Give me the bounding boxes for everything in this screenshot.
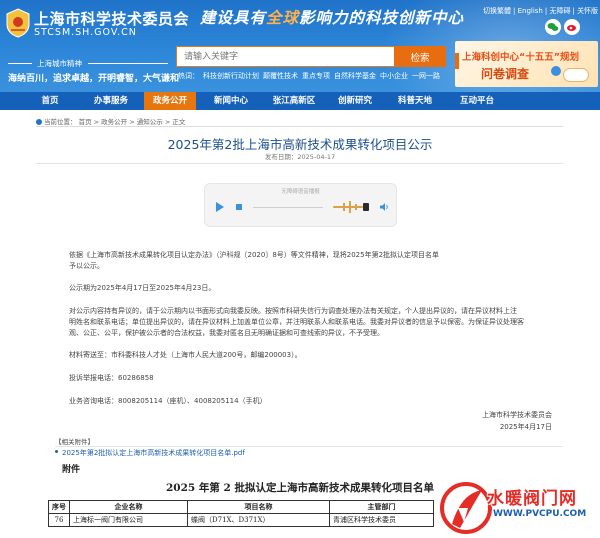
article-paragraph: 对公示内容持有异议的，请于公示期内以书面形式向我委反映。按照市科研失信行为调查处… [69,307,517,315]
hot-word[interactable]: 重点专项 [302,72,330,80]
hot-words: 热词： 科技创新行动计划 颠覆性技术 重点专项 自然科学基金 中小企业 一网一路 [178,71,444,81]
table-header-cell: 企业名称 [69,500,188,514]
table-cell: 76 [48,513,70,527]
site-header: 上海市科学技术委员会 STCSM.SH.GOV.CN 上海城市精神 海纳百川，追… [0,0,600,92]
article-paragraph: 材料寄送至：市科委科技人才处（上海市人民大道200号，邮编200003）。 [69,351,302,359]
nav-government-affairs[interactable]: 政务公开 [144,92,196,110]
article-paragraph: 依据《上海市高新技术成果转化项目认定办法》（沪科规〔2020〕8号）等文件精神，… [69,251,440,259]
audio-label: 无障碍语音播报 [281,189,320,195]
hot-words-label: 热词： [178,72,199,80]
slogan-accent: 全球 [266,8,300,27]
banner-accent-bar [455,53,459,69]
banner-headline: 上海科创中心“十五五”规划 [462,52,579,63]
attachments-label: 【相关附件】 [55,438,94,446]
article-paragraph: 予以公示。 [69,262,104,270]
link-english[interactable]: English [518,7,543,15]
watermark-url: WWW.PVCPU.COM [493,509,587,519]
attachment-filename[interactable]: 2025年第2批拟认定上海市高新技术成果转化项目名单.pdf [62,449,245,457]
table-row: 76 上海标一阀门有限公司 蝶阀（D71X、D371X） 青浦区科学技术委员 [48,513,434,527]
banner-subheadline: 问卷调查 [481,67,530,81]
top-links: 切换繁體 | English | 无障碍 | 关怀版 [483,7,599,15]
audio-wave-icon [333,201,369,213]
city-spirit-text: 海纳百川，追求卓越，开明睿智，大气谦和 [8,74,180,84]
emblem-logo[interactable] [5,8,31,38]
slogan-part2: 影响力的科技创新中心 [299,8,465,27]
article-paragraph: 投诉举报电话：60286858 [69,374,154,382]
banner-decoration-dot [551,66,561,76]
play-icon[interactable] [216,202,224,212]
weibo-icon[interactable] [564,19,580,35]
table-header-cell: 项目名称 [187,500,330,514]
survey-banner[interactable]: 上海科创中心“十五五”规划 问卷调查 [455,41,598,87]
breadcrumb: 当前位置： 首页 > 政务公开 > 通知公示 > 正文 [36,116,185,126]
attachment-link[interactable]: 2025年第2批拟认定上海市高新技术成果转化项目名单.pdf [55,448,245,458]
table-cell: 青浦区科学技术委员 [329,513,434,527]
watermark-name: 水暖阀门网 [487,489,577,509]
stop-icon[interactable] [236,204,242,210]
nav-popular-science[interactable]: 科普天地 [388,92,442,110]
article-paragraph: 观、公正、公平，保护被公示者的合法权益，我委对匿名且无明确证据和可查线索的异议，… [69,329,384,337]
spirit-label: 上海城市精神 [37,59,82,68]
search-box: 检索 [176,46,446,67]
nav-zhangjiang[interactable]: 张江高新区 [264,92,324,110]
site-name[interactable]: 上海市科学技术委员会 [34,8,189,29]
title-divider [36,163,563,164]
attachments-divider [55,446,563,447]
signature-org: 上海市科学技术委员会 [482,411,552,419]
audio-player: 无障碍语音播报 [204,183,397,227]
breadcrumb-notices[interactable]: 通知公示 [137,118,163,126]
table-header-row: 序号 企业名称 项目名称 主管部门 [48,500,434,514]
watermark-logo-icon [440,482,492,534]
breadcrumb-divider [36,126,563,127]
hot-word[interactable]: 中小企业 [380,72,408,80]
breadcrumb-affairs[interactable]: 政务公开 [101,118,127,126]
banner-decoration-bubble [563,68,589,82]
article-paragraph: 公示期为2025年4月17日至2025年4月23日。 [69,284,216,292]
hot-word[interactable]: 科技创新行动计划 [203,72,259,80]
article-paragraph: 明姓名和联系电话；单位提出异议的，请在异议材料上加盖单位公章，并注明联系人和联系… [69,318,524,326]
nav-news[interactable]: 新闻中心 [204,92,258,110]
table-cell: 上海标一阀门有限公司 [69,513,188,527]
site-url: STCSM.SH.GOV.CN [34,27,137,38]
appendix-label: 附件 [62,465,81,475]
slogan-part1: 建设具有 [200,8,267,27]
hot-word[interactable]: 自然科学基金 [334,72,376,80]
search-button[interactable]: 检索 [394,46,446,67]
nav-services[interactable]: 办事服务 [84,92,138,110]
hot-word[interactable]: 颠覆性技术 [263,72,298,80]
signature-date: 2025年4月17日 [499,423,552,431]
audio-progress-track[interactable] [253,207,323,208]
link-care-mode[interactable]: 关怀版 [577,7,598,15]
breadcrumb-current: 正文 [172,118,186,126]
nav-interaction[interactable]: 互动平台 [450,92,504,110]
main-nav: 首页 办事服务 政务公开 新闻中心 张江高新区 创新研究 科普天地 互动平台 [0,92,600,110]
spirit-divider-right [88,63,168,64]
table-cell: 蝶阀（D71X、D371X） [187,513,330,527]
bullet-icon [55,450,58,453]
wechat-icon[interactable] [545,19,561,35]
volume-icon[interactable] [379,202,389,212]
link-accessibility[interactable]: 无障碍 [549,7,570,15]
table-header-cell: 序号 [48,500,70,514]
project-table: 序号 企业名称 项目名称 主管部门 76 上海标一阀门有限公司 蝶阀（D71X、… [48,500,434,527]
table-header-cell: 主管部门 [329,500,434,514]
slogan: 建设具有全球影响力的科技创新中心 [200,6,464,28]
nav-home[interactable]: 首页 [30,92,70,110]
nav-research[interactable]: 创新研究 [330,92,380,110]
breadcrumb-home[interactable]: 首页 [79,118,92,126]
breadcrumb-label: 当前位置： [44,118,77,126]
search-input[interactable] [177,47,392,66]
watermark: 水暖阀门网 WWW.PVCPU.COM [438,478,600,538]
link-traditional[interactable]: 切换繁體 [483,7,511,15]
publish-date: 发布日期：2025-04-17 [264,153,336,161]
article-paragraph: 业务咨询电话：8008205114（座机）、4008205114（手机） [69,397,267,405]
hot-word[interactable]: 一网一路 [412,72,440,80]
spirit-divider-left [8,63,32,64]
location-icon [36,119,42,125]
